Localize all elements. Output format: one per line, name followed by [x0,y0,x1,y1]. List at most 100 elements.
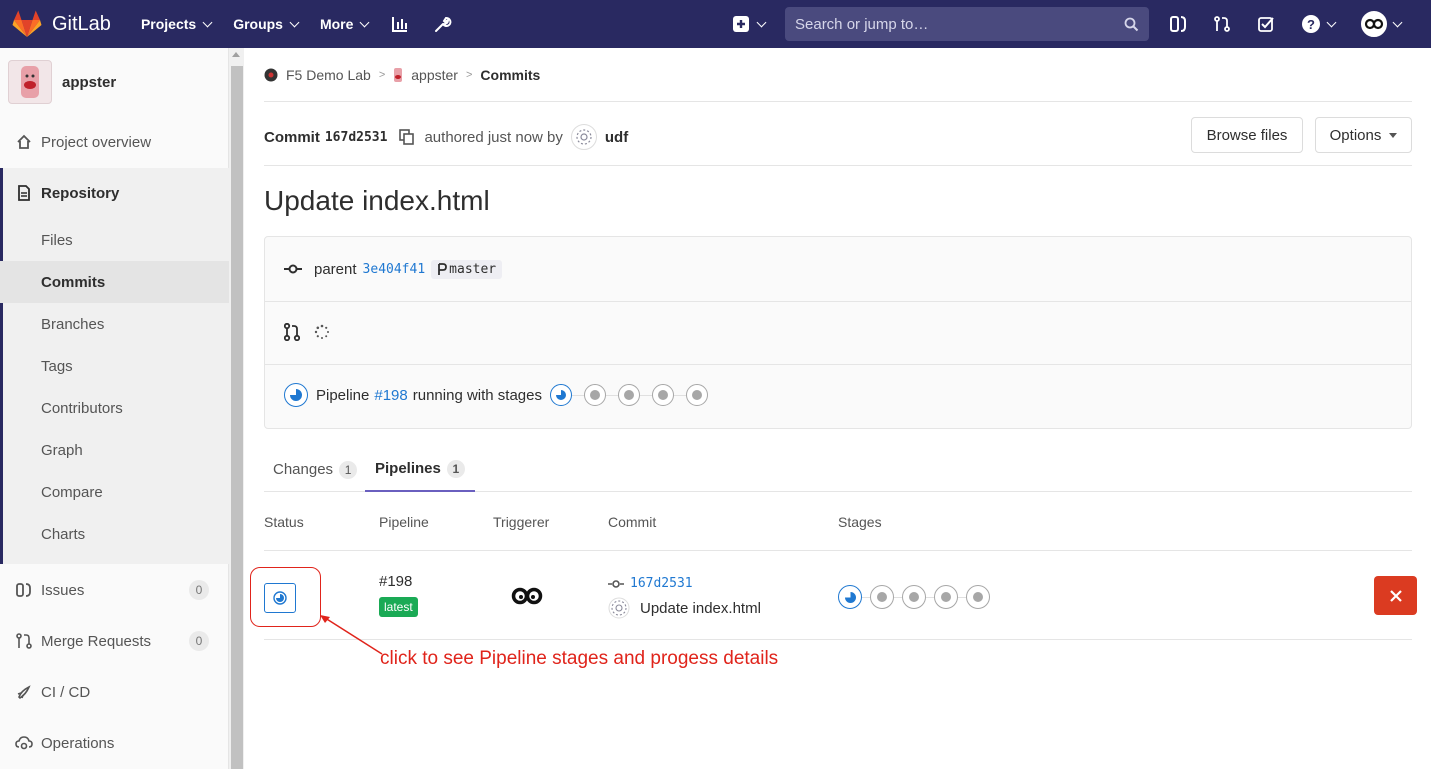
sidebar-item-label: Branches [41,315,105,333]
document-icon [15,184,33,202]
stage-running-icon[interactable] [550,384,572,406]
sidebar-item-commits[interactable]: Commits [0,261,229,303]
groups-menu[interactable]: Groups [233,16,300,32]
pipeline-prefix: Pipeline [316,386,370,404]
sidebar-item-repository[interactable]: Repository [0,172,229,214]
sidebar-item-cicd[interactable]: CI / CD [0,671,229,713]
sidebar-item-label: Graph [41,441,83,459]
stage-pending-icon[interactable] [652,384,674,406]
sidebar-item-tags[interactable]: Tags [0,345,229,387]
loading-spinner-icon [314,324,329,339]
more-menu[interactable]: More [320,16,370,32]
help-dropdown[interactable]: ? [1301,14,1337,34]
issues-icon [15,581,33,599]
wrench-icon[interactable] [432,14,452,34]
tab-label: Changes [273,461,334,478]
merge-request-icon[interactable] [1213,15,1231,33]
stage-connector [926,596,934,598]
project-header[interactable]: appster [8,60,116,104]
user-avatar [1361,11,1387,37]
authored-text: authored just now by [424,128,563,146]
rocket-icon [15,683,33,701]
caret-down-icon [1389,132,1398,138]
new-dropdown[interactable] [733,16,767,32]
scroll-up-arrow-icon[interactable] [232,52,240,57]
stage-pending-icon[interactable] [686,384,708,406]
commit-header: Commit 167d2531 authored just now by udf [264,124,628,150]
sidebar-item-files[interactable]: Files [0,219,229,261]
search-input[interactable]: Search or jump to… [785,7,1149,41]
cancel-pipeline-button[interactable] [1374,576,1417,615]
stage-pending-icon[interactable] [902,585,926,609]
stage-running-icon[interactable] [838,585,862,609]
stage-pending-icon[interactable] [934,585,958,609]
project-avatar-icon [394,68,403,82]
sidebar-item-branches[interactable]: Branches [0,303,229,345]
tab-count: 1 [339,460,358,479]
nav-menu: Projects Groups More [141,14,452,34]
sidebar-item-project-overview[interactable]: Project overview [0,121,229,163]
sidebar-item-issues[interactable]: Issues 0 [0,569,229,611]
search-placeholder: Search or jump to… [795,15,929,33]
stage-pending-icon[interactable] [870,585,894,609]
sidebar-item-graph[interactable]: Graph [0,429,229,471]
activity-chart-icon[interactable] [390,14,410,34]
issues-icon[interactable] [1169,15,1187,33]
breadcrumb-separator-icon: > [465,69,473,81]
column-header-triggerer: Triggerer [493,514,550,530]
sidebar-scrollbar-thumb[interactable] [231,66,243,769]
author-name[interactable]: udf [605,129,628,146]
stage-pending-icon[interactable] [584,384,606,406]
author-avatar[interactable] [570,124,597,150]
pipeline-id-link[interactable]: #198 [379,573,412,590]
svg-text:?: ? [1307,17,1315,32]
sidebar-item-label: Commits [41,273,106,291]
divider [265,364,1411,365]
sidebar-item-merge-requests[interactable]: Merge Requests 0 [0,620,229,662]
divider [265,301,1411,302]
pipeline-row: Pipeline #198 running with stages [265,382,1411,408]
sidebar-item-label: Project overview [41,133,152,151]
sidebar-item-charts[interactable]: Charts [0,513,229,555]
merge-request-icon [15,632,33,650]
breadcrumb-project[interactable]: appster [411,67,458,83]
tab-changes[interactable]: Changes 1 [273,447,358,492]
sidebar-item-operations[interactable]: Operations [0,722,229,764]
tab-pipelines[interactable]: Pipelines 1 [365,447,475,492]
projects-menu[interactable]: Projects [141,16,213,32]
gitlab-logo[interactable]: GitLab [12,0,111,48]
author-avatar[interactable] [608,597,630,619]
merge-requests-count-badge: 0 [189,631,209,651]
options-dropdown[interactable]: Options [1315,117,1412,153]
sidebar-item-label: Charts [41,525,86,543]
stage-pending-icon[interactable] [618,384,640,406]
commit-sha: 167d2531 [324,129,388,145]
project-avatar-image [21,66,39,98]
commit-sha-link[interactable]: 167d2531 [630,576,693,591]
sidebar-item-compare[interactable]: Compare [0,471,229,513]
chevron-down-icon [289,17,300,27]
user-menu[interactable] [1361,11,1403,37]
pipeline-link[interactable]: #198 [374,387,407,404]
breadcrumb-group[interactable]: F5 Demo Lab [286,67,371,83]
column-header-pipeline: Pipeline [379,514,429,530]
copy-icon[interactable] [399,129,415,145]
sidebar-item-contributors[interactable]: Contributors [0,387,229,429]
triggerer-avatar[interactable] [510,581,544,611]
sidebar-item-label: Files [41,231,73,249]
commit-info-box: parent 3e404f41 master Pipeline #198 run… [264,236,1412,429]
breadcrumb: F5 Demo Lab > appster > Commits [264,67,540,83]
chevron-down-icon [202,17,213,27]
browse-files-button[interactable]: Browse files [1191,117,1303,153]
commit-message-link[interactable]: Update index.html [640,600,761,617]
breadcrumb-current[interactable]: Commits [480,67,540,83]
divider [264,550,1412,551]
branch-chip[interactable]: master [431,259,503,279]
branch-name: master [449,261,497,277]
project-sidebar: appster Project overview Repository File… [0,48,229,769]
issues-count-badge: 0 [189,580,209,600]
pipeline-running-icon[interactable] [284,383,308,407]
parent-sha-link[interactable]: 3e404f41 [363,262,426,277]
todos-icon[interactable] [1257,15,1275,33]
stage-pending-icon[interactable] [966,585,990,609]
